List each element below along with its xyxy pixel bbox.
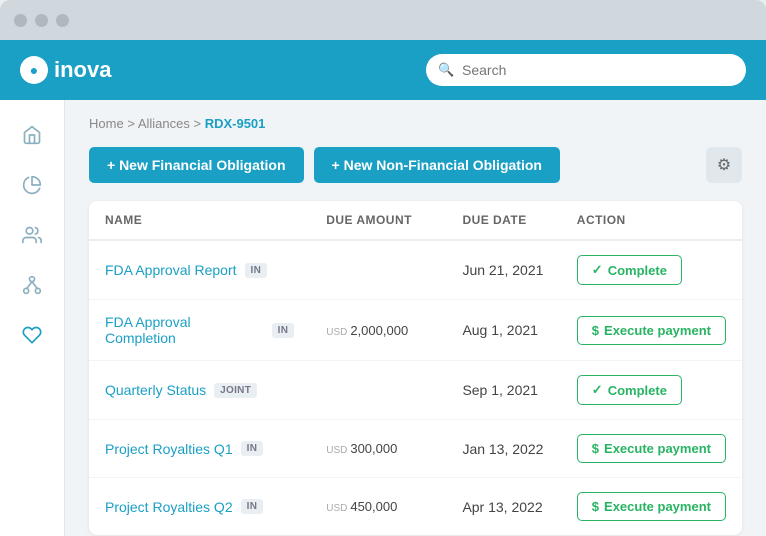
sidebar — [0, 100, 65, 536]
table-row: Project Royalties Q2 IN USD450,000Apr 13… — [89, 478, 742, 536]
row-due-date: Jun 21, 2021 — [446, 240, 560, 300]
row-amount — [310, 240, 446, 300]
table-row: Project Royalties Q1 IN USD300,000Jan 13… — [89, 420, 742, 478]
complete-button[interactable]: ✓ Complete — [577, 255, 682, 285]
sidebar-item-reports[interactable] — [10, 166, 54, 210]
col-header-action: ACTION — [561, 201, 742, 240]
toolbar: + New Financial Obligation + New Non-Fin… — [89, 147, 742, 183]
execute-payment-button[interactable]: $ Execute payment — [577, 316, 726, 345]
breadcrumb-home[interactable]: Home — [89, 116, 124, 131]
obligations-table-wrap: NAME DUE AMOUNT DUE DATE ACTION FDA Appr… — [89, 201, 742, 535]
table-row: FDA Approval Report IN Jun 21, 2021 ✓ Co… — [89, 240, 742, 300]
contacts-icon — [22, 225, 42, 251]
row-badge: JOINT — [214, 383, 257, 398]
chrome-dot-green — [56, 14, 69, 27]
row-amount: USD2,000,000 — [310, 300, 446, 361]
col-header-date: DUE DATE — [446, 201, 560, 240]
checkmark-icon: ✓ — [592, 382, 603, 398]
row-badge: IN — [245, 263, 268, 278]
row-name-3[interactable]: Project Royalties Q1 IN — [105, 441, 294, 457]
gear-icon: ⚙ — [717, 155, 731, 175]
chrome-dot-red — [14, 14, 27, 27]
dollar-icon: $ — [592, 441, 599, 456]
table-row: Quarterly Status JOINT Sep 1, 2021 ✓ Com… — [89, 361, 742, 420]
network-icon — [22, 275, 42, 301]
row-action-cell: $ Execute payment — [561, 300, 742, 361]
dollar-icon: $ — [592, 323, 599, 338]
usd-label: USD — [326, 327, 347, 338]
table-row: FDA Approval Completion IN USD2,000,000A… — [89, 300, 742, 361]
navbar: ● inova 🔍 — [0, 40, 766, 100]
window-chrome — [0, 0, 766, 40]
new-financial-button[interactable]: + New Financial Obligation — [89, 147, 304, 183]
row-name-text: FDA Approval Report — [105, 262, 237, 278]
row-action-cell: $ Execute payment — [561, 478, 742, 536]
row-badge: IN — [272, 323, 295, 338]
reports-icon — [22, 175, 42, 201]
col-header-name: NAME — [89, 201, 310, 240]
search-bar: 🔍 — [426, 54, 746, 86]
sidebar-item-network[interactable] — [10, 266, 54, 310]
row-due-date: Sep 1, 2021 — [446, 361, 560, 420]
content-area: Home > Alliances > RDX-9501 + New Financ… — [65, 100, 766, 536]
row-due-date: Apr 13, 2022 — [446, 478, 560, 536]
row-action-cell: ✓ Complete — [561, 361, 742, 420]
row-action-cell: $ Execute payment — [561, 420, 742, 478]
alliances-icon — [22, 325, 42, 351]
home-icon — [22, 125, 42, 151]
new-nonfinancial-label: + New Non-Financial Obligation — [332, 157, 542, 173]
chrome-dot-yellow — [35, 14, 48, 27]
row-name-text: FDA Approval Completion — [105, 314, 264, 346]
logo[interactable]: ● inova — [20, 56, 111, 84]
search-input[interactable] — [426, 54, 746, 86]
row-badge: IN — [241, 441, 264, 456]
sidebar-item-home[interactable] — [10, 116, 54, 160]
complete-label: Complete — [608, 263, 667, 278]
row-name-text: Project Royalties Q2 — [105, 499, 233, 515]
row-due-date: Jan 13, 2022 — [446, 420, 560, 478]
row-name-0[interactable]: FDA Approval Report IN — [105, 262, 294, 278]
gear-button[interactable]: ⚙ — [706, 147, 742, 183]
breadcrumb-sep2: > — [193, 116, 204, 131]
row-name-2[interactable]: Quarterly Status JOINT — [105, 382, 294, 398]
row-amount — [310, 361, 446, 420]
row-action-cell: ✓ Complete — [561, 240, 742, 300]
dollar-icon: $ — [592, 499, 599, 514]
row-name-text: Quarterly Status — [105, 382, 206, 398]
main-wrap: Home > Alliances > RDX-9501 + New Financ… — [0, 100, 766, 536]
execute-payment-button[interactable]: $ Execute payment — [577, 492, 726, 521]
row-name-4[interactable]: Project Royalties Q2 IN — [105, 499, 294, 515]
breadcrumb-alliances[interactable]: Alliances — [138, 116, 190, 131]
row-due-date: Aug 1, 2021 — [446, 300, 560, 361]
logo-text: inova — [54, 57, 111, 83]
execute-payment-button[interactable]: $ Execute payment — [577, 434, 726, 463]
sidebar-item-contacts[interactable] — [10, 216, 54, 260]
new-nonfinancial-button[interactable]: + New Non-Financial Obligation — [314, 147, 560, 183]
complete-label: Complete — [608, 383, 667, 398]
breadcrumb-current: RDX-9501 — [205, 116, 266, 131]
breadcrumb: Home > Alliances > RDX-9501 — [89, 116, 742, 131]
row-amount: USD300,000 — [310, 420, 446, 478]
col-header-amount: DUE AMOUNT — [310, 201, 446, 240]
logo-icon: ● — [20, 56, 48, 84]
row-name-1[interactable]: FDA Approval Completion IN — [105, 314, 294, 346]
complete-button[interactable]: ✓ Complete — [577, 375, 682, 405]
usd-label: USD — [326, 503, 347, 514]
new-financial-label: + New Financial Obligation — [107, 157, 286, 173]
row-amount: USD450,000 — [310, 478, 446, 536]
row-name-text: Project Royalties Q1 — [105, 441, 233, 457]
sidebar-item-alliances[interactable] — [10, 316, 54, 360]
obligations-table: NAME DUE AMOUNT DUE DATE ACTION FDA Appr… — [89, 201, 742, 535]
execute-label: Execute payment — [604, 323, 711, 338]
usd-label: USD — [326, 445, 347, 456]
execute-label: Execute payment — [604, 441, 711, 456]
row-badge: IN — [241, 499, 264, 514]
execute-label: Execute payment — [604, 499, 711, 514]
checkmark-icon: ✓ — [592, 262, 603, 278]
search-icon: 🔍 — [438, 62, 454, 78]
breadcrumb-sep1: > — [127, 116, 138, 131]
